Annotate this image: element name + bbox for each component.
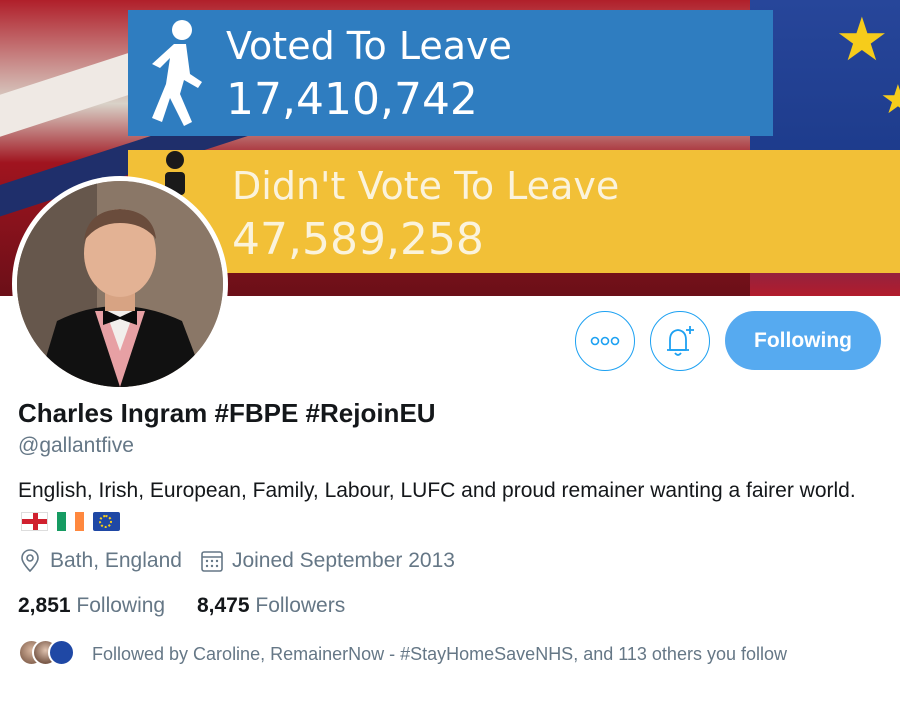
didnt-vote-leave-count: 47,589,258 [232, 214, 484, 265]
followers-stat-link[interactable]: 8,475 Followers [197, 594, 345, 617]
more-horizontal-icon [590, 336, 620, 346]
join-date: Joined September 2013 [200, 549, 455, 573]
walking-person-icon [152, 20, 202, 126]
notifications-button[interactable] [650, 311, 710, 371]
avatar-photo [17, 181, 223, 387]
following-label: Following [76, 594, 166, 617]
profile-stats: 2,851 Following 8,475 Followers [18, 594, 371, 618]
profile-bio: English, Irish, European, Family, Labour… [18, 476, 888, 536]
location-text: Bath, England [50, 549, 182, 572]
profile-name: Charles Ingram #FBPE #RejoinEU [18, 398, 436, 428]
voted-leave-count: 17,410,742 [226, 74, 478, 125]
england-flag-icon [21, 511, 48, 531]
more-options-button[interactable] [575, 311, 635, 371]
didnt-vote-leave-label: Didn't Vote To Leave [232, 164, 620, 208]
profile-handle: @gallantfive [18, 434, 134, 457]
profile-avatar[interactable] [12, 176, 228, 392]
location: Bath, England [18, 549, 182, 573]
profile-meta: Bath, England Joined September 2013 [18, 549, 473, 573]
eu-star-icon: ★ [880, 78, 900, 122]
ireland-flag-icon [56, 511, 84, 531]
followed-by-text[interactable]: Followed by Caroline, RemainerNow - #Sta… [92, 640, 872, 668]
following-stat-link[interactable]: 2,851 Following [18, 594, 165, 617]
following-count: 2,851 [18, 594, 71, 617]
follower-avatar [48, 639, 75, 666]
bio-text: English, Irish, European, Family, Labour… [18, 479, 856, 502]
joined-text: Joined September 2013 [231, 549, 455, 572]
voted-leave-label: Voted To Leave [226, 24, 512, 68]
followers-count: 8,475 [196, 594, 250, 617]
calendar-icon [201, 551, 223, 572]
eu-star-icon: ★ [835, 6, 889, 73]
followed-by-avatars[interactable] [18, 639, 88, 667]
eu-flag-icon [92, 511, 120, 531]
followers-label: Followers [255, 594, 346, 617]
following-button[interactable]: Following [725, 311, 881, 370]
bell-plus-icon [667, 326, 694, 356]
location-pin-icon [21, 549, 39, 573]
